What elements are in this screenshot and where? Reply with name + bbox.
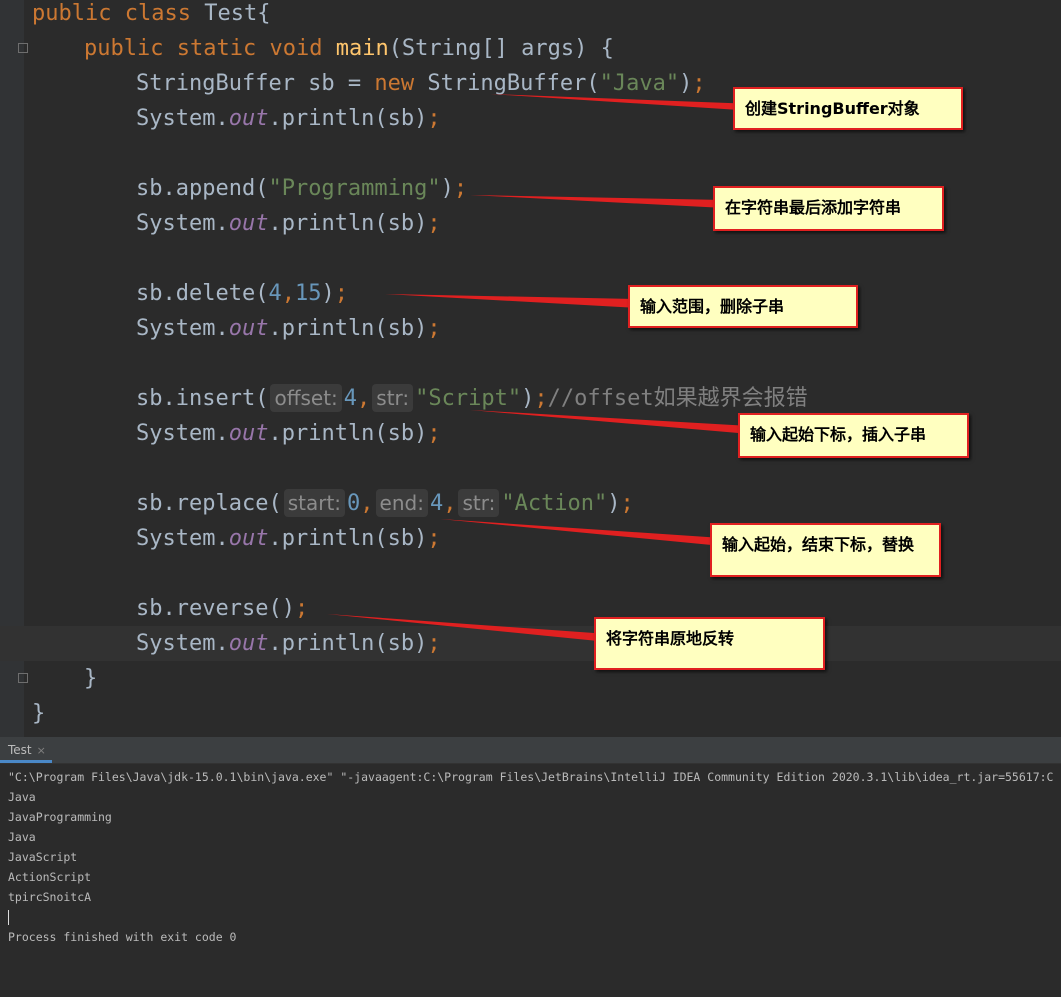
console-cursor-line xyxy=(8,907,1058,927)
console-line: JavaScript xyxy=(8,850,78,864)
arrow-replace xyxy=(440,519,722,546)
run-tab-label: Test xyxy=(8,743,32,757)
arrow-create xyxy=(490,94,755,111)
console-line: Java xyxy=(8,790,36,804)
console-output[interactable]: "C:\Program Files\Java\jdk-15.0.1\bin\ja… xyxy=(8,767,1058,947)
code-editor[interactable]: public class Test{ public static void ma… xyxy=(0,0,1061,737)
annotation-reverse: 将字符串原地反转 xyxy=(594,617,825,670)
annotation-replace: 输入起始，结束下标，替换 xyxy=(710,523,941,577)
console-line: Java xyxy=(8,830,36,844)
console-line: JavaProgramming xyxy=(8,810,112,824)
run-tab[interactable]: Test × xyxy=(0,737,52,763)
arrow-reverse xyxy=(327,614,608,642)
annotation-insert: 输入起始下标，插入子串 xyxy=(738,413,969,458)
console-line: ActionScript xyxy=(8,870,92,884)
annotation-create: 创建StringBuffer对象 xyxy=(733,87,963,130)
run-panel: Test × "C:\Program Files\Java\jdk-15.0.1\… xyxy=(0,737,1061,997)
arrow-append xyxy=(470,195,725,208)
console-line: tpircSnoitcA xyxy=(8,890,92,904)
arrow-delete xyxy=(385,294,638,308)
run-tab-bar: Test × xyxy=(0,737,1061,764)
close-icon[interactable]: × xyxy=(37,744,46,757)
console-command-line: "C:\Program Files\Java\jdk-15.0.1\bin\ja… xyxy=(8,770,1054,784)
text-cursor xyxy=(8,910,9,925)
arrow-insert xyxy=(470,410,750,434)
console-exit-line: Process finished with exit code 0 xyxy=(8,930,237,944)
annotation-append: 在字符串最后添加字符串 xyxy=(713,186,944,231)
annotation-delete: 输入范围，删除子串 xyxy=(628,285,858,328)
